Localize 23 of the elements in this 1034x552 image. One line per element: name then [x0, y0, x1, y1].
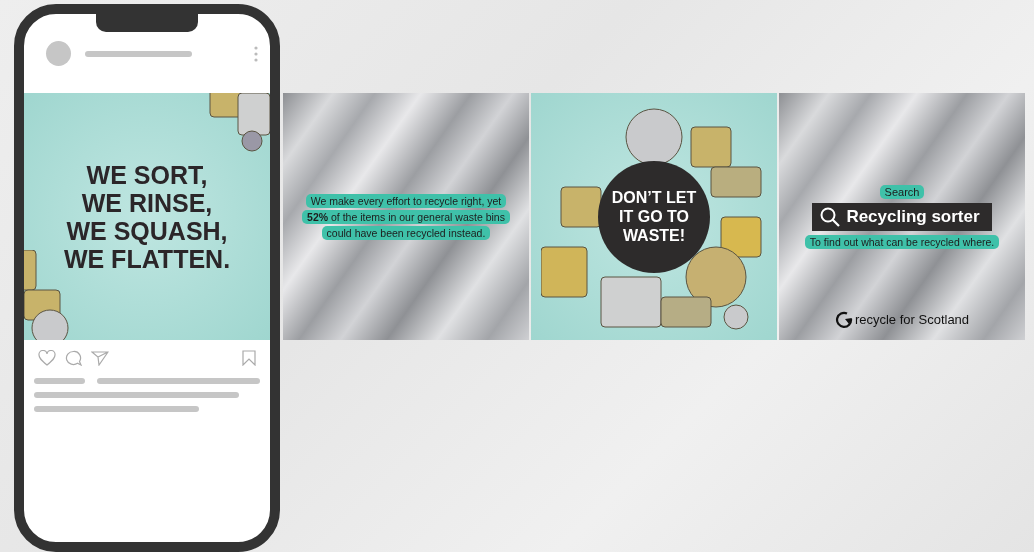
headline-text: DON’T LET [611, 187, 697, 207]
headline-text: WASTE! [622, 226, 686, 246]
comment-icon[interactable] [65, 350, 82, 366]
search-query: Recycling sorter [846, 206, 980, 227]
headline-text: WE SQUASH, [65, 216, 229, 245]
more-icon[interactable] [254, 45, 258, 62]
bookmark-icon[interactable] [242, 350, 256, 366]
headline-text: WE RINSE, [80, 188, 214, 217]
highlighted-text: 52% of the items in our general waste bins [302, 209, 510, 224]
search-icon [820, 206, 841, 227]
headline-text: IT GO TO [619, 206, 689, 227]
placeholder-line [34, 378, 86, 384]
search-label: Search [879, 184, 925, 199]
logo-text: recycle for Scotland [854, 311, 970, 327]
highlighted-text: We make every effort to recycle right, yet [305, 193, 507, 208]
highlighted-text: To find out what can be recycled where. [804, 234, 1000, 249]
recycle-logo-icon [834, 310, 853, 328]
highlighted-text: could have been recycled instead. [321, 225, 491, 240]
headline-text: WE SORT, [85, 160, 209, 189]
send-icon[interactable] [91, 350, 109, 366]
headline-text: WE FLATTEN. [63, 244, 231, 273]
heart-icon[interactable] [38, 350, 56, 366]
avatar-circle [46, 41, 71, 66]
